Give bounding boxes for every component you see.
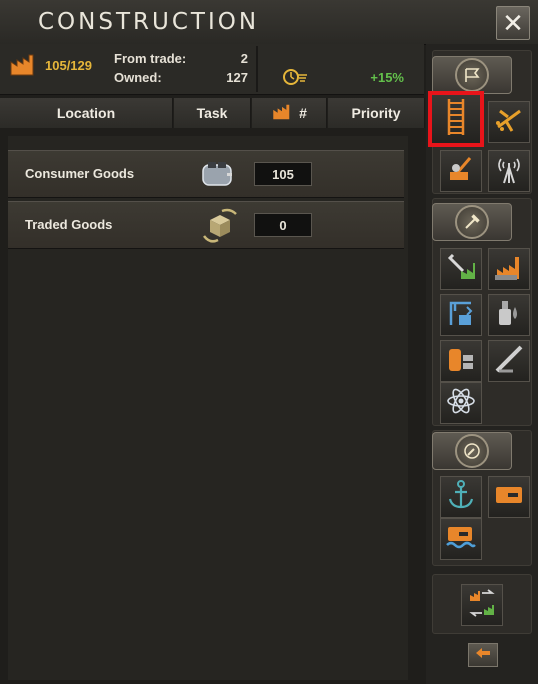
civilian-factory-icon [10,54,36,76]
anti-air-icon [446,154,476,189]
bunker-button[interactable] [488,476,530,518]
naval-base-button[interactable] [440,476,482,518]
airbase-icon [494,105,524,140]
row-label: Consumer Goods [25,166,135,181]
infrastructure-category-button[interactable] [432,56,512,94]
list-item[interactable]: Consumer Goods 105 [8,150,404,198]
factory-conversion-icon [466,587,498,624]
from-trade-label: From trade: [114,51,187,66]
nuclear-reactor-icon [445,385,477,422]
column-task-label: Task [196,105,228,121]
coastal-fort-button[interactable] [440,518,482,560]
flag-icon [455,58,489,92]
factory-conversion-button[interactable] [461,584,503,626]
column-task[interactable]: Task [174,98,251,128]
stats-divider [256,46,258,92]
military-factory-icon [493,251,525,288]
bunker-icon [494,484,524,511]
back-button[interactable] [468,643,498,667]
column-factory-count[interactable]: # [252,98,327,128]
trade-crate-icon [200,206,240,251]
civilian-factory-icon [445,251,477,288]
synthetic-refinery-icon [493,297,525,334]
column-count-label: # [299,105,307,121]
close-button[interactable]: ✕ [496,6,530,40]
naval-category-button[interactable] [432,432,512,470]
industry-category-button[interactable] [432,203,512,241]
radar-button[interactable] [488,150,530,192]
column-priority[interactable]: Priority [328,98,425,128]
infrastructure-icon [445,297,477,334]
nuclear-reactor-button[interactable] [440,382,482,424]
column-location-label: Location [56,105,116,121]
compass-icon [455,434,489,468]
railway-icon [445,97,467,142]
construction-speed-icon [282,66,308,86]
close-x-icon: ✕ [502,7,524,38]
military-factory-button[interactable] [488,248,530,290]
railway-button[interactable] [428,91,484,147]
radar-icon [493,153,525,190]
row-count: 0 [254,213,312,237]
row-count: 105 [254,162,312,186]
coastal-fort-icon [445,521,477,558]
column-priority-label: Priority [351,105,401,121]
owned-label: Owned: [114,70,162,85]
fuel-silo-icon [445,343,477,380]
row-label: Traded Goods [25,217,113,232]
synthetic-refinery-button[interactable] [488,294,530,336]
anti-air-button[interactable] [440,150,482,192]
hammer-icon [455,205,489,239]
fuel-silo-button[interactable] [440,340,482,382]
infrastructure-button[interactable] [440,294,482,336]
naval-base-icon [446,479,476,516]
column-factory-icon [271,104,293,123]
rocket-site-button[interactable] [488,340,530,382]
from-trade-value: 2 [240,51,248,66]
airbase-button[interactable] [488,101,530,143]
toaster-icon [196,157,238,196]
civilian-factory-button[interactable] [440,248,482,290]
speed-bonus: +15% [370,70,404,85]
column-location[interactable]: Location [0,98,173,128]
owned-value: 127 [226,70,248,85]
arrow-left-icon [474,646,492,665]
list-item[interactable]: Traded Goods 0 [8,201,404,249]
factory-count: 105/129 [45,58,92,73]
rocket-site-icon [493,343,525,380]
window-title: CONSTRUCTION [38,9,260,35]
